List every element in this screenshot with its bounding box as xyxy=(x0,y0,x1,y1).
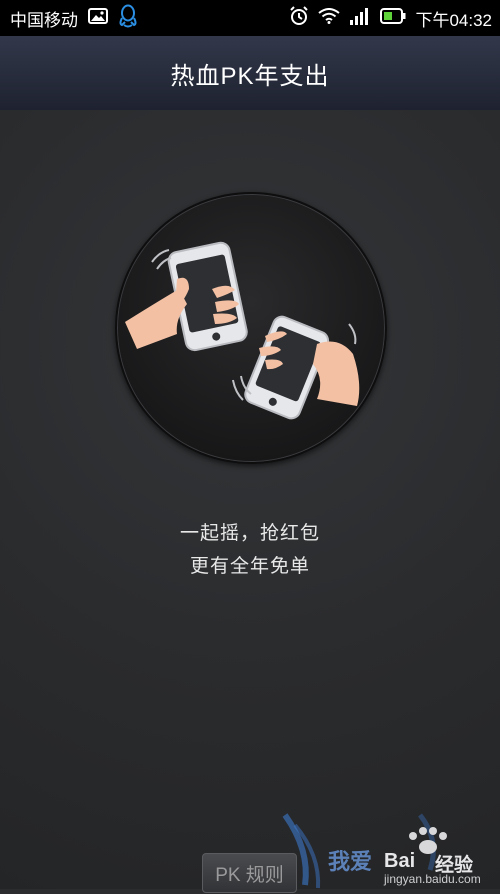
page-title: 热血PK年支出 xyxy=(170,62,330,90)
hands-shaking-phones-icon xyxy=(125,241,360,420)
slogan-line-2: 更有全年免单 xyxy=(189,556,310,577)
battery-icon xyxy=(380,7,406,29)
clock-time: 下午04:32 xyxy=(415,10,492,30)
signal-icon xyxy=(349,7,371,30)
shake-illustration xyxy=(115,192,387,464)
status-bar: 中国移动 下午04:32 xyxy=(0,0,500,36)
slogan-line-1: 一起摇，抢红包 xyxy=(179,523,320,544)
carrier-label: 中国移动 xyxy=(10,10,78,30)
main-content: 一起摇，抢红包 更有全年免单 xyxy=(0,110,500,889)
wifi-icon xyxy=(318,7,341,29)
watermark-slogan: 我爱 xyxy=(328,849,373,874)
watermark-brand: Bai xyxy=(384,850,416,872)
title-bar: 热血PK年支出 xyxy=(0,36,500,111)
image-notification-icon xyxy=(88,7,108,29)
qq-icon xyxy=(118,4,138,33)
alarm-icon xyxy=(289,5,309,31)
baidu-watermark: 我爱 Bai 经验 jingyan.baidu.com xyxy=(280,810,500,889)
watermark-url: jingyan.baidu.com xyxy=(384,872,481,886)
